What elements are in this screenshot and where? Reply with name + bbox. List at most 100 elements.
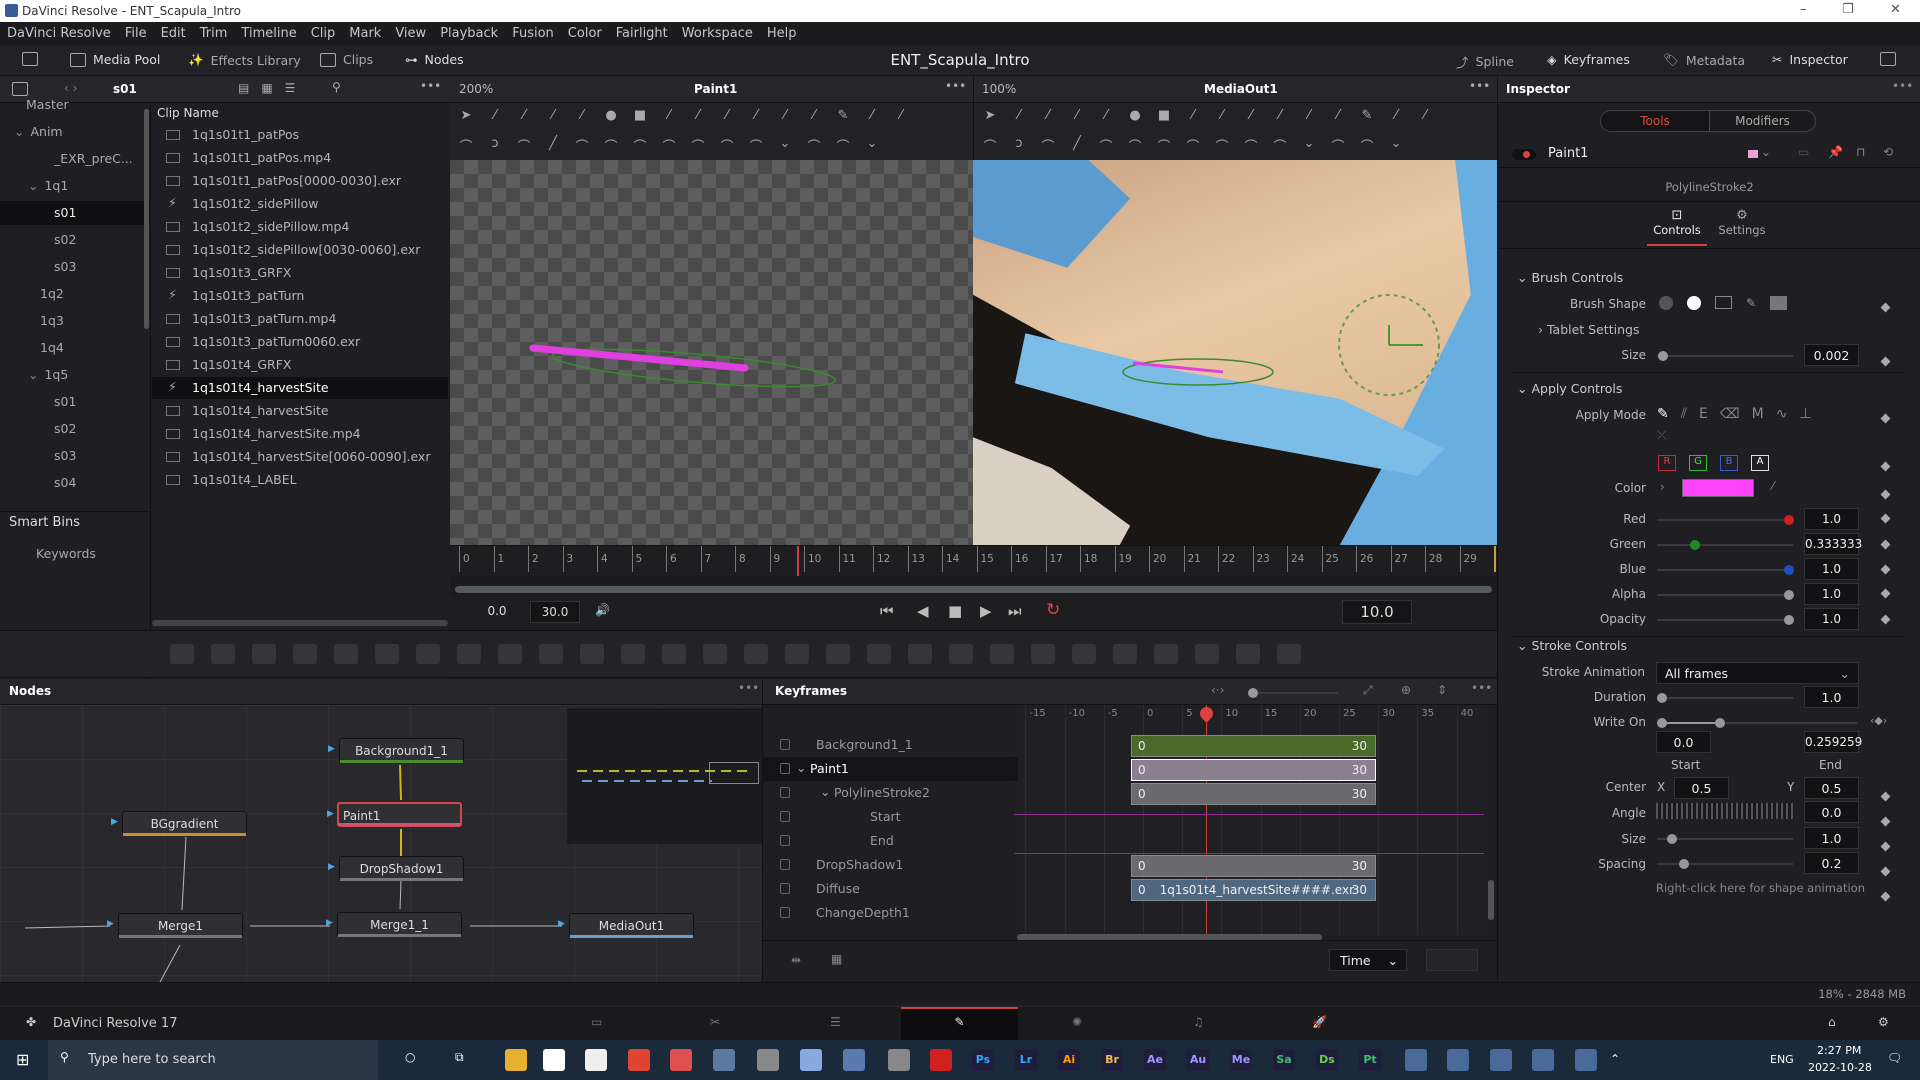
p-emitter-icon[interactable] <box>908 644 932 664</box>
minimize-button[interactable]: – <box>1800 2 1807 17</box>
clip-item[interactable]: ⚡ 1q1s01t3_patTurn <box>152 285 448 307</box>
stroke-icon[interactable]: ⁄ <box>1067 108 1087 126</box>
polygon-mask-icon[interactable] <box>826 644 850 664</box>
bin-item[interactable]: s02 <box>0 417 150 441</box>
box-select-icon[interactable]: ⌒ <box>572 136 592 155</box>
lock-icon[interactable] <box>780 811 790 822</box>
viewer1-canvas[interactable] <box>450 160 973 545</box>
apply-merge-icon[interactable]: M <box>1752 406 1764 422</box>
angle-thumbwheel[interactable] <box>1656 803 1794 819</box>
reduce-icon[interactable]: ⌒ <box>717 136 737 155</box>
reset-icon[interactable]: ⟲ <box>1883 145 1893 159</box>
slider-knob[interactable] <box>1689 540 1700 550</box>
node-paint1[interactable]: Paint1 ▶ <box>327 802 462 827</box>
shape-animation-hint[interactable]: Right-click here for shape animation <box>1656 881 1865 895</box>
lasso-icon[interactable]: ↄ <box>485 136 505 154</box>
node-merge1-1[interactable]: Merge1_1 ▶ <box>326 912 462 937</box>
page-media-icon[interactable]: ▭ <box>591 1015 602 1029</box>
kf-playhead-handle[interactable] <box>1197 704 1216 723</box>
kf-bar[interactable]: 0 30 <box>1131 735 1376 757</box>
renderer3d-icon[interactable] <box>1154 644 1178 664</box>
stroke-size-field[interactable]: 1.0 <box>1804 827 1859 849</box>
inspector-button[interactable]: ✂ Inspector <box>1772 52 1848 67</box>
menu-view[interactable]: View <box>388 22 433 41</box>
pencil-icon[interactable]: ✎ <box>1357 108 1377 126</box>
app-icon[interactable] <box>888 1049 910 1071</box>
spotlight-icon[interactable] <box>1236 644 1260 664</box>
app-ai-icon[interactable]: Ai <box>1058 1049 1080 1071</box>
more-options-icon[interactable]: ••• <box>420 79 441 93</box>
stretch-icon[interactable]: ⌒ <box>1183 136 1203 155</box>
apply-controls-section[interactable]: ⌄ Apply Controls <box>1517 381 1622 396</box>
polygon-icon[interactable]: ⌒ <box>456 136 476 155</box>
select-point-icon[interactable]: ⁄ <box>891 108 911 126</box>
write-on-range-slider[interactable] <box>1657 718 1857 728</box>
image-plane3d-icon[interactable] <box>1277 644 1301 664</box>
pointer-plus-icon[interactable]: ⁄ <box>862 108 882 126</box>
kf-row-polylinestroke2[interactable]: ⌄ PolylineStroke2 <box>762 781 1018 805</box>
kf-bar[interactable]: 0 30 <box>1131 783 1376 805</box>
apply-emboss-icon[interactable]: E <box>1699 406 1708 422</box>
input-arrow-icon[interactable]: ▶ <box>326 918 333 928</box>
spacing-slider[interactable] <box>1657 859 1793 869</box>
image-plane-icon[interactable] <box>211 644 235 664</box>
image-brush-icon[interactable] <box>1715 296 1732 309</box>
stroke-size-slider[interactable] <box>1657 834 1793 844</box>
menu-fusion[interactable]: Fusion <box>505 22 561 41</box>
rectangle-icon[interactable]: ■ <box>630 108 650 126</box>
chevron-down-icon[interactable]: ⌄ <box>1761 145 1771 159</box>
menu-color[interactable]: Color <box>561 22 609 41</box>
keyframes-button[interactable]: ◈ Keyframes <box>1547 52 1630 67</box>
render-start-field[interactable]: 0.0 <box>472 601 522 623</box>
insert-point-icon[interactable]: ⌒ <box>746 136 766 155</box>
red-field[interactable]: 1.0 <box>1804 508 1859 530</box>
color-swatch[interactable] <box>1682 479 1754 497</box>
bin-item[interactable]: ⌄ Anim <box>0 120 150 144</box>
node-dropshadow1[interactable]: DropShadow1 ▶ <box>328 856 464 881</box>
dissolve-icon[interactable] <box>580 644 604 664</box>
app-br-icon[interactable]: Br <box>1101 1049 1123 1071</box>
pointer-plus-icon[interactable]: ⁄ <box>1386 108 1406 126</box>
clip-item[interactable]: 1q1s01t4_GRFX <box>152 354 448 376</box>
stroke-animation-dropdown[interactable]: All frames ⌄ <box>1656 662 1859 684</box>
volume-icon[interactable]: 🔊 <box>595 603 610 617</box>
menu-mark[interactable]: Mark <box>342 22 388 41</box>
menu-davinci-resolve[interactable]: DaVinci Resolve <box>0 22 118 41</box>
smooth-icon[interactable]: ⌒ <box>1154 136 1174 155</box>
page-color-icon[interactable]: ✺ <box>1072 1015 1082 1029</box>
acrobat-icon[interactable] <box>930 1049 952 1071</box>
green-field[interactable]: 0.333333 <box>1804 533 1862 555</box>
apply-erase-icon[interactable]: ⌫ <box>1720 406 1740 422</box>
maximize-button[interactable]: ❐ <box>1842 2 1854 17</box>
clip-list-scrollbar[interactable] <box>152 620 448 626</box>
smooth-icon[interactable]: ⌒ <box>630 136 650 155</box>
menu-fairlight[interactable]: Fairlight <box>609 22 675 41</box>
kf-bar[interactable]: 0 30 <box>1131 759 1376 781</box>
polygon-icon[interactable]: ⌒ <box>980 136 1000 155</box>
eraser-icon[interactable]: ⁄ <box>1270 108 1290 126</box>
expand-icon[interactable]: ⇕ <box>1437 683 1447 697</box>
word-icon[interactable] <box>1532 1049 1554 1071</box>
playhead[interactable] <box>797 546 799 576</box>
center-x-field[interactable]: 0.5 <box>1674 777 1729 799</box>
color-expand-icon[interactable]: › <box>1660 480 1665 494</box>
rotate-icon[interactable]: ⌒ <box>601 136 621 155</box>
camera3d-icon[interactable] <box>1195 644 1219 664</box>
eyedropper-icon[interactable]: ⁄ <box>1772 479 1774 493</box>
wipe-icon[interactable]: ⁄ <box>1241 108 1261 126</box>
viewer1-zoom[interactable]: 200% <box>459 82 493 96</box>
paint-group-icon[interactable]: ⁄ <box>659 108 679 126</box>
split-icon[interactable]: ⇹ <box>791 953 801 967</box>
kf-row-background1-1[interactable]: Background1_1 <box>762 733 1018 757</box>
input-arrow-icon[interactable]: ▶ <box>558 919 565 929</box>
chevron-down-icon[interactable]: ⌄ <box>28 178 38 193</box>
bin-item[interactable]: 1q3 <box>0 309 150 333</box>
size-slider[interactable] <box>1657 351 1793 361</box>
blur-icon[interactable] <box>498 644 522 664</box>
play-icon[interactable]: ▶ <box>980 602 992 620</box>
tool-enable-toggle[interactable] <box>1512 149 1536 160</box>
bin-item[interactable]: s04 <box>0 471 150 495</box>
chevron-down-icon[interactable]: ⌄ <box>14 124 24 139</box>
brush-controls-section[interactable]: ⌄ Brush Controls <box>1517 270 1623 285</box>
page-cut-icon[interactable]: ✂ <box>710 1015 720 1029</box>
